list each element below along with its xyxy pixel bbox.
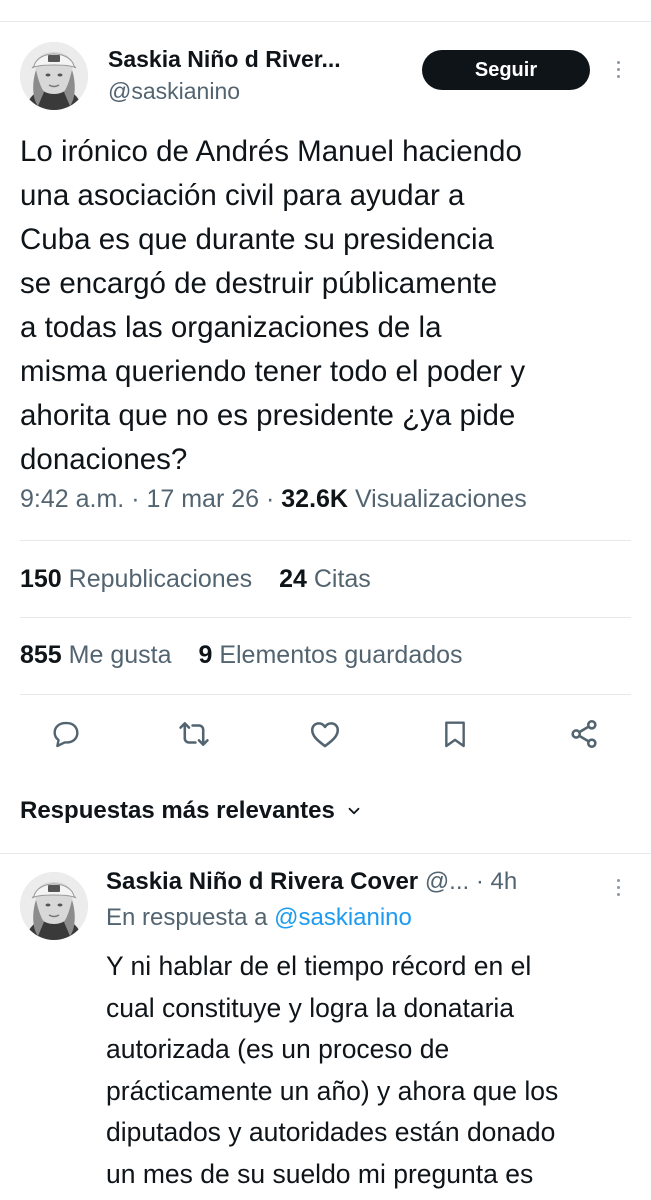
likes-stat[interactable]: 855 Me gusta xyxy=(20,641,178,669)
reply-text: Y ni hablar de el tiempo récord en el cu… xyxy=(106,951,559,1189)
heart-icon xyxy=(310,722,340,748)
bookmarks-label: Elementos guardados xyxy=(219,641,463,669)
tweet-time[interactable]: 9:42 a.m. xyxy=(20,485,124,513)
in-reply-to-handle[interactable]: @saskianino xyxy=(274,904,412,931)
bookmarks-stat[interactable]: 9 Elementos guardados xyxy=(198,641,462,669)
reposts-stat[interactable]: 150 Republicaciones xyxy=(20,565,259,593)
in-reply-to-label: En respuesta a xyxy=(106,904,268,931)
retweet-button[interactable] xyxy=(176,716,212,752)
divider xyxy=(20,540,631,541)
bookmark-icon xyxy=(445,721,465,748)
tweet-text: Lo irónico de Andrés Manuel haciendo una… xyxy=(20,135,526,476)
quotes-count: 24 xyxy=(279,565,307,593)
retweet-icon xyxy=(179,722,209,746)
reposts-label: Republicaciones xyxy=(68,565,253,593)
replies-sort-dropdown[interactable]: Respuestas más relevantes xyxy=(20,797,363,825)
author-avatar[interactable] xyxy=(20,42,88,110)
tweet-date[interactable]: 17 mar 26 xyxy=(146,485,259,513)
reply-separator: · xyxy=(475,868,484,895)
likes-label: Me gusta xyxy=(68,641,172,669)
share-icon xyxy=(571,719,597,749)
share-button[interactable] xyxy=(566,716,602,752)
reply-more-options-icon[interactable] xyxy=(608,872,628,902)
quotes-stat[interactable]: 24 Citas xyxy=(279,565,371,593)
divider xyxy=(20,617,631,618)
reposts-count: 150 xyxy=(20,565,62,593)
reply-avatar[interactable] xyxy=(20,872,88,940)
reply-author-name[interactable]: Saskia Niño d Rivera Cover xyxy=(106,868,418,895)
divider xyxy=(20,694,631,695)
like-button[interactable] xyxy=(307,716,343,752)
likes-count: 855 xyxy=(20,641,62,669)
divider xyxy=(0,853,651,854)
chevron-down-icon xyxy=(345,802,363,820)
author-handle[interactable]: @saskianino xyxy=(108,78,240,105)
reply-header: Saskia Niño d Rivera Cover @... · 4h xyxy=(106,868,517,896)
meta-separator: · xyxy=(265,485,275,513)
stats-row: 855 Me gusta 9 Elementos guardados xyxy=(20,641,463,670)
bookmark-button[interactable] xyxy=(437,716,473,752)
in-reply-to: En respuesta a @saskianino xyxy=(106,904,412,932)
reply-time[interactable]: 4h xyxy=(491,868,518,895)
follow-button[interactable]: Seguir xyxy=(422,50,590,90)
stats-row: 150 Republicaciones 24 Citas xyxy=(20,565,371,594)
replies-sort-label: Respuestas más relevantes xyxy=(20,797,335,824)
reply-button[interactable] xyxy=(48,716,84,752)
top-divider xyxy=(0,21,651,22)
meta-separator: · xyxy=(131,485,140,513)
tweet-meta: 9:42 a.m. · 17 mar 26 · 32.6K Visualizac… xyxy=(20,485,527,514)
quotes-label: Citas xyxy=(313,565,371,593)
author-name[interactable]: Saskia Niño d River... xyxy=(108,46,341,73)
bookmarks-count: 9 xyxy=(198,641,213,669)
views-label: Visualizaciones xyxy=(354,485,527,513)
more-options-icon[interactable] xyxy=(608,54,628,84)
reply-author-handle[interactable]: @... xyxy=(425,868,469,895)
reply-icon xyxy=(53,721,79,748)
views-count: 32.6K xyxy=(281,485,348,513)
